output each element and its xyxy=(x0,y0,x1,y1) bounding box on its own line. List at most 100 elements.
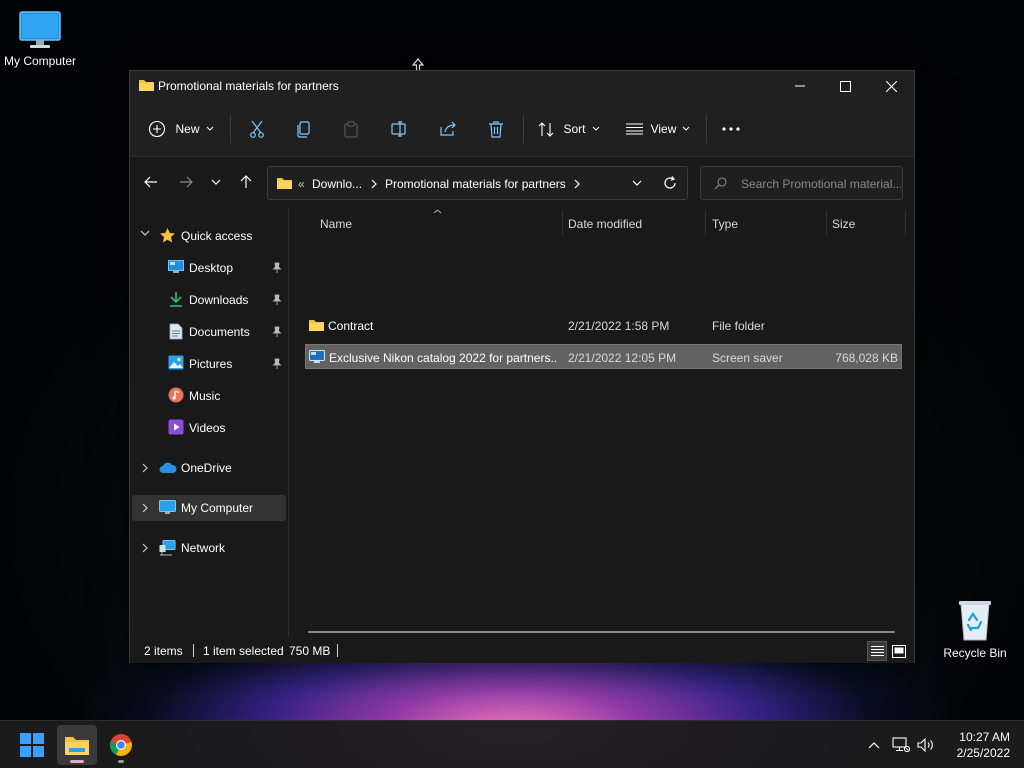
sidebar-item-my-computer[interactable]: My Computer xyxy=(132,495,286,521)
details-view-button[interactable] xyxy=(867,641,887,661)
column-header-type[interactable]: Type xyxy=(706,207,826,241)
pictures-icon xyxy=(168,355,184,370)
chevron-right-icon xyxy=(371,179,377,189)
scissors-icon xyxy=(250,120,264,138)
file-row[interactable]: Contract 2/21/2022 1:58 PM File folder xyxy=(305,313,902,338)
view-button[interactable]: View xyxy=(624,101,692,157)
column-header-size[interactable]: Size xyxy=(826,207,905,241)
cut-button[interactable] xyxy=(244,101,270,157)
taskbar-chrome[interactable] xyxy=(101,725,141,765)
column-header-date[interactable]: Date modified xyxy=(562,207,706,241)
chevron-right-icon[interactable] xyxy=(142,543,149,553)
sidebar-item-quick-access[interactable]: Quick access xyxy=(132,223,286,249)
chevron-right-icon[interactable] xyxy=(142,503,149,513)
large-icons-view-button[interactable] xyxy=(889,641,909,661)
network-icon xyxy=(159,540,176,556)
view-button-label: View xyxy=(650,122,677,136)
horizontal-scrollbar[interactable] xyxy=(308,631,895,633)
show-hidden-icons-button[interactable] xyxy=(864,721,884,768)
navigation-tree-items: Quick access Desktop Downloads Documents… xyxy=(130,206,288,636)
paste-button[interactable] xyxy=(338,101,364,157)
chevron-up-icon xyxy=(868,742,880,749)
taskbar-clock[interactable]: 10:27 AM 2/25/2022 xyxy=(957,729,1010,761)
search-icon xyxy=(714,177,727,190)
recycle-bin-icon xyxy=(959,601,991,641)
start-button[interactable] xyxy=(12,725,52,765)
copy-button[interactable] xyxy=(291,101,317,157)
sidebar-item-documents[interactable]: Documents xyxy=(132,319,286,345)
network-ethernet-icon xyxy=(892,737,910,753)
sidebar-item-network[interactable]: Network xyxy=(132,535,286,561)
sidebar-item-videos[interactable]: Videos xyxy=(132,415,286,441)
clock-date: 2/25/2022 xyxy=(956,746,1010,760)
column-type-label: Type xyxy=(712,217,739,231)
sidebar-item-onedrive[interactable]: OneDrive xyxy=(132,455,286,481)
taskbar-file-explorer[interactable] xyxy=(57,725,97,765)
breadcrumb-current-folder[interactable]: Promotional materials for partners xyxy=(385,177,566,191)
monitor-icon xyxy=(19,11,61,48)
share-icon xyxy=(440,121,456,136)
file-row-selected[interactable]: Exclusive Nikon catalog 2022 for partner… xyxy=(305,344,902,369)
title-bar[interactable]: Promotional materials for partners xyxy=(130,71,914,101)
folder-icon xyxy=(139,80,154,91)
desktop-recycle-bin[interactable]: Recycle Bin xyxy=(935,598,1015,660)
desktop-recycle-bin-label: Recycle Bin xyxy=(943,646,1007,660)
up-button[interactable] xyxy=(236,172,256,192)
column-separator[interactable] xyxy=(905,211,906,235)
taskbar: 10:27 AM 2/25/2022 xyxy=(0,720,1024,768)
sidebar-label: Desktop xyxy=(189,261,234,275)
forward-button[interactable] xyxy=(176,172,196,192)
status-item-count: 2 items xyxy=(144,644,183,658)
star-icon xyxy=(160,228,175,243)
network-status-button[interactable] xyxy=(890,721,912,768)
clock-time: 10:27 AM xyxy=(959,730,1010,744)
trash-icon xyxy=(489,120,503,138)
sidebar-item-pictures[interactable]: Pictures xyxy=(132,351,286,377)
pin-icon xyxy=(272,294,282,305)
running-indicator xyxy=(118,760,124,763)
volume-button[interactable] xyxy=(915,721,937,768)
chevron-right-icon xyxy=(574,179,580,189)
new-button[interactable]: New xyxy=(146,101,216,157)
more-dots-icon xyxy=(722,127,740,131)
more-options-button[interactable] xyxy=(718,101,744,157)
sidebar-label: Downloads xyxy=(189,293,249,307)
chevron-right-icon[interactable] xyxy=(142,463,149,473)
music-icon xyxy=(168,387,184,403)
recent-locations-button[interactable] xyxy=(206,172,226,192)
search-box[interactable]: Search Promotional material... xyxy=(700,166,903,200)
pin-icon xyxy=(272,326,282,337)
status-selection-size: 750 MB xyxy=(289,644,331,658)
rename-button[interactable] xyxy=(387,101,413,157)
back-button[interactable] xyxy=(141,172,161,192)
address-bar[interactable]: « Downlo... Promotional materials for pa… xyxy=(267,166,688,200)
chevron-down-icon xyxy=(211,179,221,185)
sidebar-label: Music xyxy=(189,389,221,403)
minimize-button[interactable] xyxy=(777,71,823,101)
close-button[interactable] xyxy=(868,71,914,101)
delete-button[interactable] xyxy=(483,101,509,157)
sort-button[interactable]: Sort xyxy=(536,101,602,157)
sidebar-item-music[interactable]: Music xyxy=(132,383,286,409)
desktop-my-computer[interactable]: My Computer xyxy=(0,10,80,68)
address-overflow[interactable]: « xyxy=(298,177,305,191)
file-explorer-icon xyxy=(65,737,89,755)
breadcrumb-downloads[interactable]: Downlo... xyxy=(312,177,362,191)
onedrive-cloud-icon xyxy=(159,462,177,473)
rename-icon xyxy=(391,121,406,137)
speaker-icon xyxy=(917,738,933,752)
arrow-left-icon xyxy=(144,176,157,188)
column-header-name[interactable]: Name xyxy=(305,207,560,241)
sidebar-item-desktop[interactable]: Desktop xyxy=(132,255,286,281)
column-size-label: Size xyxy=(832,217,856,231)
maximize-button[interactable] xyxy=(822,71,868,101)
share-button[interactable] xyxy=(435,101,461,157)
navigation-bar: « Downlo... Promotional materials for pa… xyxy=(130,157,914,207)
refresh-icon[interactable] xyxy=(663,176,677,190)
status-selection: 1 item selected xyxy=(203,644,284,658)
pin-icon xyxy=(272,358,282,369)
sidebar-label: My Computer xyxy=(181,501,254,515)
monitor-icon xyxy=(159,500,176,514)
sidebar-item-downloads[interactable]: Downloads xyxy=(132,287,286,313)
chevron-down-icon[interactable] xyxy=(632,180,642,187)
